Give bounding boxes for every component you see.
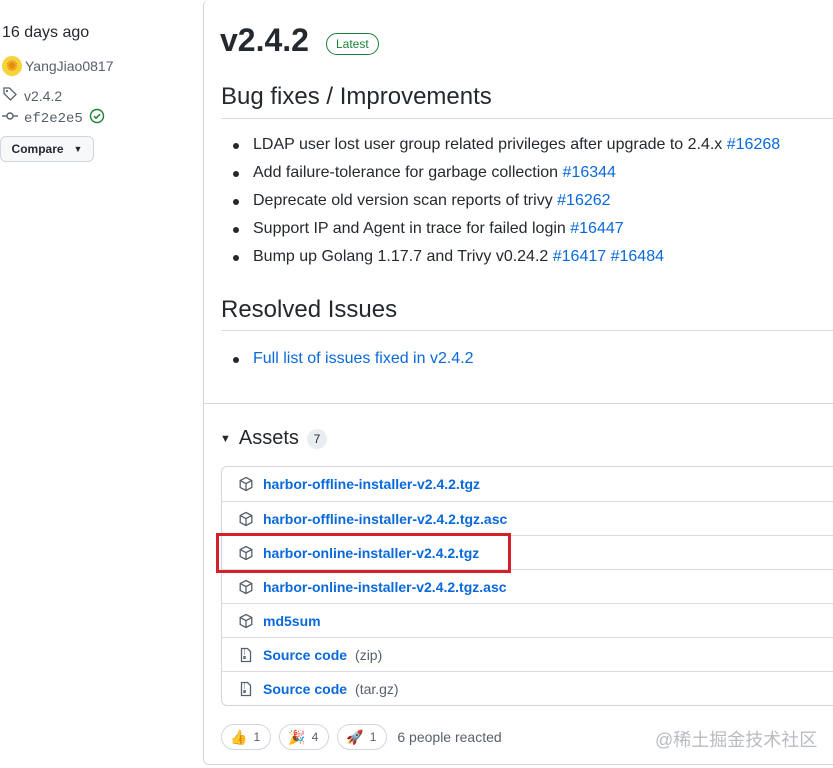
package-icon: [238, 579, 254, 595]
heading-rule: [221, 330, 833, 331]
release-sidebar: 16 days ago ✺ YangJiao0817 v2.4.2 ef2e2e…: [0, 0, 200, 768]
file-zip-icon: [238, 681, 254, 697]
issue-link[interactable]: #16344: [563, 164, 616, 181]
commit-sha[interactable]: ef2e2e5: [24, 111, 83, 127]
reactions-bar: 👍 1 🎉 4 🚀 1 6 people reacted: [221, 724, 502, 750]
reaction-button[interactable]: 🎉 4: [279, 724, 330, 750]
resolved-list: Full list of issues fixed in v2.4.2: [221, 345, 474, 373]
issues-link[interactable]: Full list of issues fixed in v2.4.2: [253, 350, 474, 367]
reaction-count: 1: [369, 730, 377, 744]
assets-list: harbor-offline-installer-v2.4.2.tgz harbo…: [221, 466, 833, 706]
section-divider: [204, 403, 833, 404]
list-item: Bump up Golang 1.17.7 and Trivy v0.24.2 …: [221, 243, 780, 271]
release-author[interactable]: ✺ YangJiao0817: [2, 56, 113, 76]
bug-fix-list: LDAP user lost user group related privil…: [221, 131, 780, 271]
reaction-count: 1: [253, 730, 261, 744]
issue-link[interactable]: #16262: [557, 192, 610, 209]
asset-link[interactable]: Source code: [263, 647, 347, 663]
asset-format: (tar.gz): [355, 680, 399, 697]
reactions-summary[interactable]: 6 people reacted: [397, 729, 501, 745]
bug-fix-text: Add failure-tolerance for garbage collec…: [253, 164, 563, 181]
file-zip-icon: [238, 647, 254, 663]
reaction-button[interactable]: 👍 1: [221, 724, 272, 750]
tag-label[interactable]: v2.4.2: [24, 88, 62, 104]
asset-link[interactable]: harbor-offline-installer-v2.4.2.tgz: [263, 476, 480, 492]
release-tag[interactable]: v2.4.2: [2, 86, 62, 105]
avatar[interactable]: ✺: [2, 56, 22, 76]
release-version[interactable]: v2.4.2: [220, 22, 309, 59]
latest-badge: Latest: [326, 33, 379, 55]
rocket-icon: 🚀: [346, 729, 364, 745]
assets-toggle[interactable]: ▼ Assets 7: [220, 427, 327, 450]
asset-row[interactable]: harbor-online-installer-v2.4.2.tgz.asc: [222, 569, 833, 603]
asset-row[interactable]: harbor-offline-installer-v2.4.2.tgz.asc: [222, 501, 833, 535]
issue-link[interactable]: #16268: [727, 136, 780, 153]
release-commit[interactable]: ef2e2e5: [2, 108, 105, 129]
commit-icon: [2, 108, 18, 129]
bug-fix-text: LDAP user lost user group related privil…: [253, 136, 727, 153]
bug-fixes-heading: Bug fixes / Improvements: [221, 83, 492, 110]
asset-link[interactable]: md5sum: [263, 613, 321, 629]
list-item: Full list of issues fixed in v2.4.2: [221, 345, 474, 373]
asset-row[interactable]: Source code (zip): [222, 637, 833, 671]
bug-fix-text: Support IP and Agent in trace for failed…: [253, 220, 571, 237]
package-icon: [238, 613, 254, 629]
package-icon: [238, 511, 254, 527]
resolved-issues-heading: Resolved Issues: [221, 296, 398, 323]
assets-count: 7: [306, 428, 327, 449]
bug-fix-text: Deprecate old version scan reports of tr…: [253, 192, 558, 209]
verified-check-icon[interactable]: [89, 108, 105, 129]
compare-button[interactable]: Compare ▼: [0, 136, 94, 162]
reaction-count: 4: [311, 730, 319, 744]
tag-icon: [2, 86, 18, 105]
hooray-icon: 🎉: [288, 729, 306, 745]
list-item: LDAP user lost user group related privil…: [221, 131, 780, 159]
compare-label: Compare: [11, 142, 64, 156]
asset-link[interactable]: harbor-offline-installer-v2.4.2.tgz.asc: [263, 511, 507, 527]
issue-link[interactable]: #16484: [611, 248, 664, 265]
issue-link[interactable]: #16447: [570, 220, 623, 237]
highlight-box: [216, 533, 511, 573]
chevron-down-icon: ▼: [73, 144, 83, 154]
asset-link[interactable]: Source code: [263, 681, 347, 697]
heading-rule: [221, 118, 833, 119]
bug-fix-text: Bump up Golang 1.17.7 and Trivy v0.24.2: [253, 248, 553, 265]
asset-format: (zip): [355, 646, 383, 663]
triangle-down-icon: ▼: [220, 432, 231, 445]
list-item: Deprecate old version scan reports of tr…: [221, 187, 780, 215]
assets-title[interactable]: Assets: [239, 427, 299, 450]
list-item: Support IP and Agent in trace for failed…: [221, 215, 780, 243]
author-name[interactable]: YangJiao0817: [25, 58, 113, 74]
list-item: Add failure-tolerance for garbage collec…: [221, 159, 780, 187]
reaction-button[interactable]: 🚀 1: [337, 724, 388, 750]
asset-row[interactable]: Source code (tar.gz): [222, 671, 833, 705]
asset-link[interactable]: harbor-online-installer-v2.4.2.tgz.asc: [263, 579, 507, 595]
asset-row[interactable]: md5sum: [222, 603, 833, 637]
watermark: @稀土掘金技术社区: [655, 730, 818, 750]
thumbs-up-icon: 👍: [230, 729, 248, 745]
release-time: 16 days ago: [2, 24, 90, 41]
package-icon: [238, 476, 254, 492]
issue-link[interactable]: #16417: [553, 248, 606, 265]
asset-row[interactable]: harbor-offline-installer-v2.4.2.tgz: [222, 467, 833, 501]
